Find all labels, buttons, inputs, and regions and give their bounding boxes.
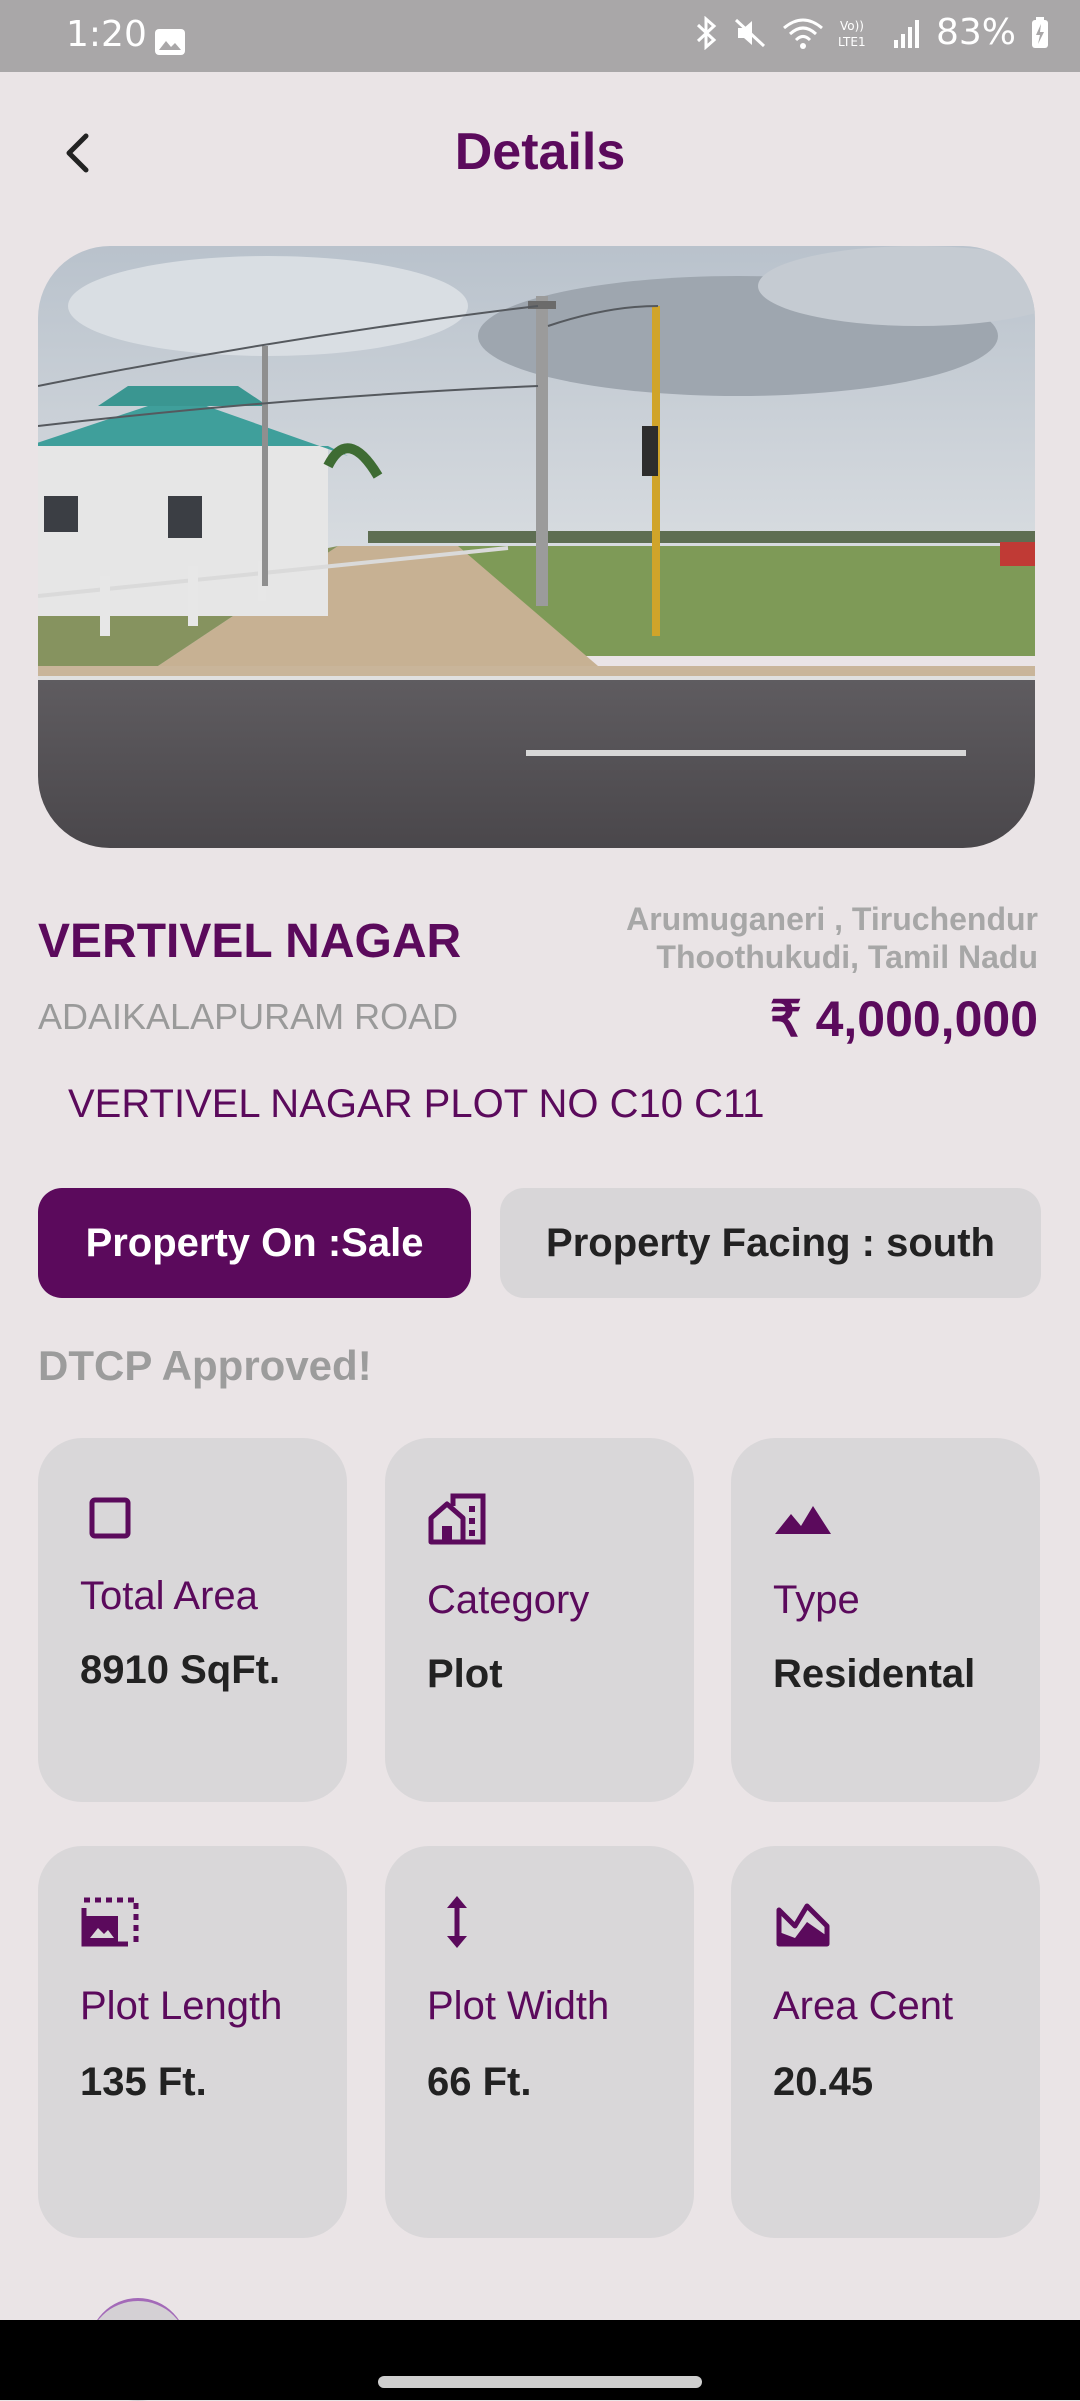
property-on-chip[interactable]: Property On :Sale — [38, 1188, 471, 1298]
svg-text:Vo)): Vo)) — [840, 19, 864, 33]
buildings-icon — [428, 1493, 486, 1545]
property-price: ₹ 4,000,000 — [769, 991, 1038, 1047]
spec-card-category: Category Plot — [385, 1438, 694, 1802]
location-line-1: Arumuganeri , Tiruchendur — [626, 901, 1038, 937]
spec-label: Total Area — [80, 1574, 258, 1618]
spec-value: 66 Ft. — [427, 2060, 532, 2104]
battery-percent: 83% — [935, 12, 1016, 53]
spec-value: Plot — [427, 1652, 503, 1696]
spec-card-area-cent: Area Cent 20.45 — [731, 1846, 1040, 2238]
location-line-2: Thoothukudi, Tamil Nadu — [656, 939, 1038, 975]
spec-label: Category — [427, 1578, 590, 1622]
status-bar: 1:20 Vo)) LTE1 83% — [0, 0, 1080, 72]
spec-card-plot-width: Plot Width 66 Ft. — [385, 1846, 694, 2238]
mute-icon — [734, 18, 766, 47]
landscape-icon — [775, 1506, 831, 1534]
property-on-label: Property On :Sale — [85, 1220, 424, 1265]
plot-title: VERTIVEL NAGAR PLOT NO C10 C11 — [68, 1082, 765, 1126]
property-location: Arumuganeri , Tiruchendur Thoothukudi, T… — [626, 900, 1038, 976]
signal-icon — [893, 19, 919, 48]
status-time: 1:20 — [66, 14, 147, 55]
svg-text:LTE1: LTE1 — [838, 35, 866, 49]
property-facing-label: Property Facing : south — [546, 1220, 995, 1265]
spec-label: Plot Length — [80, 1984, 283, 2028]
square-outline-icon — [89, 1497, 131, 1539]
spec-label: Area Cent — [773, 1984, 954, 2028]
photo-size-icon — [81, 1897, 139, 1947]
spec-value: Residental — [773, 1652, 976, 1696]
spec-value: 135 Ft. — [80, 2060, 207, 2104]
spec-card-plot-length: Plot Length 135 Ft. — [38, 1846, 347, 2238]
approval-status: DTCP Approved! — [38, 1342, 372, 1389]
gallery-icon — [155, 29, 185, 55]
property-name: VERTIVEL NAGAR — [38, 915, 462, 968]
home-gesture-handle[interactable] — [378, 2376, 702, 2388]
property-photo[interactable] — [38, 246, 1035, 848]
spec-value: 8910 SqFt. — [80, 1648, 281, 1692]
page-title: Details — [454, 123, 626, 181]
app-header: Details — [0, 72, 1080, 242]
area-chart-icon — [776, 1903, 830, 1947]
spec-card-total-area: Total Area 8910 SqFt. — [38, 1438, 347, 1802]
spec-value: 20.45 — [773, 2060, 874, 2104]
property-road: ADAIKALAPURAM ROAD — [38, 996, 459, 1037]
vertical-arrows-icon — [447, 1896, 467, 1948]
battery-charging-icon — [1032, 16, 1048, 48]
property-photo-illustration — [38, 246, 1035, 848]
property-facing-chip[interactable]: Property Facing : south — [500, 1188, 1041, 1298]
bluetooth-icon — [696, 15, 717, 50]
wifi-icon — [783, 18, 823, 49]
volte-icon: Vo)) LTE1 — [838, 19, 866, 49]
spec-label: Type — [773, 1578, 860, 1622]
spec-card-type: Type Residental — [731, 1438, 1040, 1802]
spec-label: Plot Width — [427, 1984, 610, 2028]
system-navigation-bar — [0, 2320, 1080, 2400]
